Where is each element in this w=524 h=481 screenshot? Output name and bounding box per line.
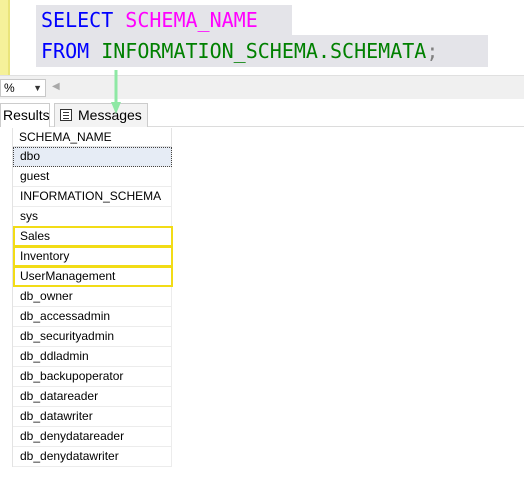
editor-gutter	[8, 0, 10, 75]
from-keyword: FROM	[41, 39, 90, 63]
tab-results-label: Results	[3, 107, 50, 123]
table-row[interactable]: dbo	[13, 147, 172, 167]
select-keyword: SELECT	[41, 8, 114, 32]
query-editor[interactable]: SELECT SCHEMA_NAME FROM INFORMATION_SCHE…	[0, 0, 524, 75]
table-row[interactable]: db_datawriter	[13, 407, 172, 427]
chevron-down-icon: ▼	[33, 83, 42, 93]
table-row[interactable]: db_owner	[13, 287, 172, 307]
schema-name-column: SCHEMA_NAME	[125, 8, 258, 32]
table-row-highlighted[interactable]: Sales	[13, 226, 173, 247]
table-row[interactable]: db_datareader	[13, 387, 172, 407]
zoom-value: %	[4, 81, 15, 95]
change-tracking-bar	[0, 0, 8, 75]
table-row-highlighted[interactable]: UserManagement	[13, 266, 173, 287]
table-row[interactable]: db_backupoperator	[13, 367, 172, 387]
table-row[interactable]: guest	[13, 167, 172, 187]
code-line-2[interactable]: FROM INFORMATION_SCHEMA.SCHEMATA;	[41, 36, 438, 66]
table-row[interactable]: db_accessadmin	[13, 307, 172, 327]
tab-messages-label: Messages	[78, 107, 142, 123]
annotation-arrow-icon	[111, 70, 121, 114]
zoom-strip: % ▼ ◀	[0, 75, 524, 99]
table-row[interactable]: INFORMATION_SCHEMA	[13, 187, 172, 207]
scroll-left-arrow-icon[interactable]: ◀	[52, 81, 60, 92]
zoom-dropdown[interactable]: % ▼	[0, 79, 46, 97]
table-row[interactable]: db_securityadmin	[13, 327, 172, 347]
table-row[interactable]: db_denydatawriter	[13, 447, 172, 467]
messages-icon	[60, 109, 72, 121]
statement-terminator: ;	[426, 39, 439, 63]
table-row[interactable]: db_denydatareader	[13, 427, 172, 447]
tab-messages[interactable]: Messages	[54, 103, 148, 127]
column-header-schema-name[interactable]: SCHEMA_NAME	[13, 128, 172, 147]
tab-results[interactable]: Results	[0, 103, 50, 127]
results-grid[interactable]: SCHEMA_NAME dbo guest INFORMATION_SCHEMA…	[12, 128, 173, 467]
result-tabs: Results Messages	[0, 99, 524, 127]
code-line-1[interactable]: SELECT SCHEMA_NAME	[41, 5, 258, 35]
table-row-highlighted[interactable]: Inventory	[13, 246, 173, 267]
schemata-view: INFORMATION_SCHEMA.SCHEMATA	[101, 39, 427, 63]
table-row[interactable]: sys	[13, 207, 172, 227]
table-row[interactable]: db_ddladmin	[13, 347, 172, 367]
